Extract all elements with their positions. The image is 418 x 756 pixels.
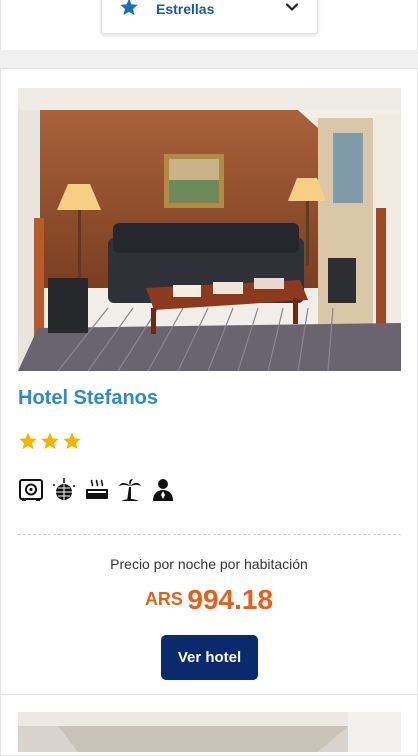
section-gap bbox=[0, 50, 418, 68]
concierge-icon bbox=[150, 477, 176, 503]
hotel-photo[interactable] bbox=[18, 712, 401, 752]
hotel-name[interactable]: Hotel Stefanos bbox=[18, 387, 158, 410]
amenities-list bbox=[18, 477, 176, 503]
price-currency: ARS bbox=[144, 589, 183, 609]
divider bbox=[18, 534, 401, 535]
filter-panel: Estrellas bbox=[0, 0, 418, 51]
hotel-card-next bbox=[0, 694, 418, 756]
price-caption: Precio por noche por habitación bbox=[110, 556, 308, 572]
hotel-photo[interactable] bbox=[18, 88, 401, 371]
price: ARS 994.18 bbox=[1, 584, 417, 616]
chevron-down-icon bbox=[285, 0, 299, 19]
price-amount: 994.18 bbox=[187, 584, 274, 615]
star-rating bbox=[18, 431, 82, 456]
disco-ball-icon bbox=[51, 477, 77, 503]
star-icon bbox=[62, 431, 82, 456]
star-icon bbox=[18, 431, 38, 456]
star-icon bbox=[40, 431, 60, 456]
stars-filter-label: Estrellas bbox=[156, 1, 215, 17]
hotel-card: Hotel Stefanos Precio por noche por habi… bbox=[0, 68, 418, 695]
palm-tree-icon bbox=[117, 477, 143, 503]
star-icon bbox=[119, 0, 139, 22]
hot-tub-icon bbox=[84, 477, 110, 503]
safe-icon bbox=[18, 477, 44, 503]
view-hotel-button[interactable]: Ver hotel bbox=[161, 635, 258, 680]
stars-filter-dropdown[interactable]: Estrellas bbox=[101, 0, 318, 34]
